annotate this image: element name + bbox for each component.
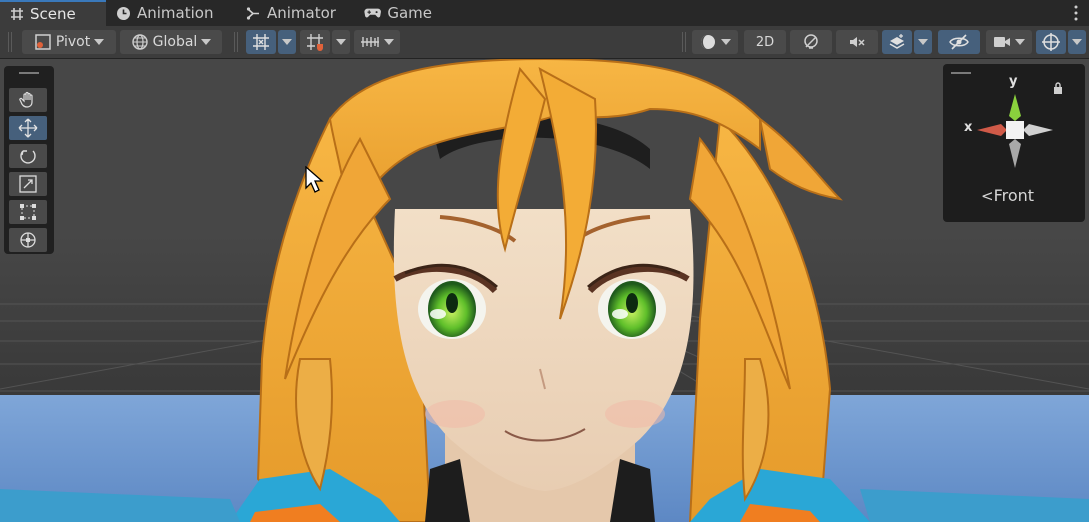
- draw-mode-dropdown[interactable]: [692, 30, 738, 54]
- mute-audio-icon: [850, 37, 865, 47]
- rect-tool-button[interactable]: [9, 200, 47, 224]
- increment-snap-dropdown[interactable]: [332, 30, 350, 54]
- chevron-down-icon: [201, 39, 212, 45]
- chevron-down-icon: [1072, 39, 1082, 45]
- hand-tool-button[interactable]: [9, 88, 47, 112]
- panel-grip[interactable]: [951, 72, 971, 74]
- x-axis-cone: [977, 124, 1007, 136]
- gizmo-icon: [1042, 33, 1060, 51]
- animator-icon: [246, 6, 259, 20]
- effects-toggle[interactable]: [882, 30, 912, 54]
- tab-animation[interactable]: Animation: [106, 0, 228, 26]
- gizmos-dropdown[interactable]: [1068, 30, 1086, 54]
- audio-toggle[interactable]: [836, 30, 878, 54]
- shading-sphere-icon: [701, 35, 715, 49]
- scene-viewport[interactable]: [0, 59, 1089, 522]
- tab-game[interactable]: Game: [354, 0, 442, 26]
- chevron-down-icon: [94, 39, 105, 45]
- gamepad-icon: [364, 8, 381, 18]
- neg-x-axis-cone: [1023, 124, 1053, 136]
- view-name: Front: [993, 186, 1035, 205]
- scale-tool-button[interactable]: [9, 172, 47, 196]
- tools-overlay: [4, 66, 54, 254]
- chevron-down-icon: [384, 39, 394, 45]
- grid-snapping-dropdown[interactable]: [278, 30, 296, 54]
- tab-label: Game: [387, 4, 432, 22]
- move-tool-button[interactable]: [9, 116, 47, 140]
- tab-bar: Scene Animation Animator Game: [0, 0, 1089, 26]
- tab-label: Animation: [137, 4, 214, 22]
- grid-snapping-toggle[interactable]: [246, 30, 276, 54]
- clock-icon: [117, 6, 130, 20]
- neg-y-axis-cone: [1009, 139, 1021, 168]
- rotate-tool-button[interactable]: [9, 144, 47, 168]
- lighting-icon: [804, 34, 818, 49]
- transform-tool-button[interactable]: [9, 228, 47, 252]
- global-dropdown[interactable]: Global: [120, 30, 222, 54]
- move-arrows-icon: [18, 118, 38, 138]
- hand-icon: [19, 91, 33, 108]
- rect-transform-icon: [20, 204, 36, 220]
- center-cube: [1006, 121, 1024, 139]
- axis-gizmo-icon[interactable]: [973, 86, 1063, 172]
- orientation-gizmo: y x <Front: [943, 64, 1085, 222]
- chevron-left-icon: <: [981, 187, 994, 205]
- effects-dropdown[interactable]: [914, 30, 932, 54]
- globe-icon: [131, 34, 148, 50]
- pivot-icon: [35, 34, 51, 50]
- camera-dropdown[interactable]: [986, 30, 1032, 54]
- increment-snap-toggle[interactable]: [300, 30, 330, 54]
- toolbar-grip: [8, 32, 12, 52]
- tab-scene[interactable]: Scene: [0, 0, 106, 26]
- hidden-eye-icon: [949, 34, 969, 50]
- view-label[interactable]: <Front: [981, 186, 1034, 205]
- chevron-down-icon: [918, 39, 928, 45]
- toolbar-separator: [682, 32, 686, 52]
- toggle-2d-button[interactable]: 2D: [744, 30, 786, 54]
- magnet-grid-icon: [307, 34, 323, 51]
- chevron-down-icon: [721, 39, 731, 45]
- effects-layers-icon: [889, 34, 905, 49]
- pivot-label: Pivot: [55, 34, 91, 50]
- pivot-dropdown[interactable]: Pivot: [22, 30, 116, 54]
- scene-visibility-toggle[interactable]: [938, 30, 980, 54]
- grid-snap-icon: [253, 34, 269, 50]
- tab-label: Animator: [267, 4, 336, 22]
- gizmos-toggle[interactable]: [1036, 30, 1066, 54]
- chevron-down-icon: [336, 39, 346, 45]
- ruler-icon: [361, 37, 379, 47]
- tab-label: Scene: [30, 5, 76, 23]
- gizmo-x-label: x: [964, 120, 973, 135]
- transform-icon: [20, 232, 36, 248]
- chevron-down-icon: [282, 39, 292, 45]
- panel-grip[interactable]: [19, 72, 39, 74]
- snap-settings-dropdown[interactable]: [354, 30, 400, 54]
- toggle-2d-label: 2D: [755, 34, 775, 50]
- scene-toolbar: Pivot Global 2D: [0, 26, 1089, 59]
- toolbar-separator: [234, 32, 238, 52]
- rotate-icon: [20, 150, 36, 164]
- lighting-toggle[interactable]: [790, 30, 832, 54]
- chevron-down-icon: [1015, 39, 1025, 45]
- y-axis-cone: [1009, 94, 1021, 121]
- scene-render: [0, 59, 1089, 522]
- global-label: Global: [152, 34, 198, 50]
- tab-animator[interactable]: Animator: [236, 0, 348, 26]
- mouse-cursor-icon: [305, 166, 324, 193]
- camera-icon: [994, 37, 1010, 47]
- more-options-icon[interactable]: [1073, 4, 1079, 22]
- grid-icon: [11, 8, 23, 20]
- scale-icon: [19, 175, 37, 193]
